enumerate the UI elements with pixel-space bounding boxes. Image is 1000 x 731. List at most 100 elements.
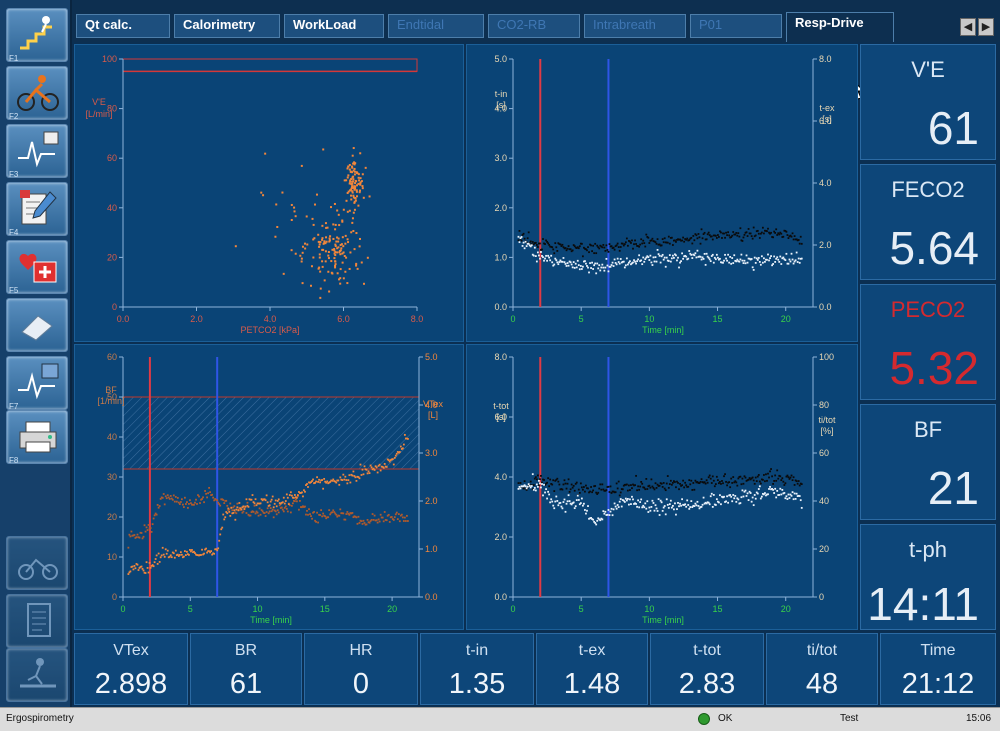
data-point xyxy=(352,194,355,197)
data-point-white xyxy=(751,266,754,269)
tab-endtidal[interactable]: Endtidal xyxy=(388,14,484,38)
data-point-white xyxy=(602,266,605,269)
tab-qt-calc[interactable]: Qt calc. xyxy=(76,14,170,38)
data-point-white xyxy=(656,510,659,512)
data-point-black xyxy=(789,476,792,479)
data-point-white xyxy=(524,240,527,243)
data-point-white xyxy=(793,492,796,495)
data-point-orange xyxy=(282,496,285,499)
tool-button-f2[interactable]: F2 xyxy=(6,66,68,121)
data-point-orange xyxy=(185,554,187,556)
data-point-black xyxy=(607,485,610,488)
tool-button-f3[interactable]: F3 xyxy=(6,124,68,179)
tool-button-f4[interactable]: F4 xyxy=(6,182,68,237)
data-point-brown xyxy=(256,511,259,514)
tab-scroll-right-button[interactable]: ▶ xyxy=(978,18,994,36)
data-point-black xyxy=(542,238,544,240)
data-point-white xyxy=(655,260,658,263)
tab-intrabreath[interactable]: Intrabreath xyxy=(584,14,686,38)
data-point-orange xyxy=(127,573,130,575)
tool-button-f1[interactable]: F1 xyxy=(6,8,68,63)
data-point xyxy=(353,208,356,211)
bottom-box-ti-tot: ti/tot 48 xyxy=(766,633,878,705)
y-tick-label: 5.0 xyxy=(425,352,438,362)
data-point-orange xyxy=(221,526,224,529)
tool-button-f8[interactable]: F8 xyxy=(6,410,68,465)
data-point-brown xyxy=(286,510,289,513)
data-point-white xyxy=(666,503,669,506)
data-point-black xyxy=(540,474,542,477)
data-point-white xyxy=(639,501,642,503)
data-point-orange xyxy=(219,533,222,536)
data-point-white xyxy=(531,473,534,476)
data-point-white xyxy=(702,496,705,499)
data-point-white xyxy=(760,255,763,258)
y-tick-label: 3.0 xyxy=(494,153,507,163)
data-point-black xyxy=(746,235,749,237)
data-point-black xyxy=(595,252,598,255)
value-box-feco2: FECO2 5.64 xyxy=(860,164,996,280)
data-point xyxy=(344,242,347,245)
data-point-black xyxy=(646,488,649,490)
plot-ttot-titot: 0 5 10 15 20 0.0 2.0 4.0 6.0 8.0 0 20 40 60 80 100 Time … xyxy=(466,344,858,630)
data-point xyxy=(340,247,343,250)
data-point-white xyxy=(561,260,564,263)
data-point-white xyxy=(766,258,768,261)
data-point-orange xyxy=(349,481,352,484)
tab-scroll-left-button[interactable]: ◀ xyxy=(960,18,976,36)
tool-button-treadmill[interactable] xyxy=(6,648,68,702)
data-point-brown xyxy=(140,532,143,534)
data-point-orange xyxy=(373,469,376,471)
data-point-white xyxy=(551,500,554,503)
data-point-orange xyxy=(146,567,149,569)
data-point-black xyxy=(757,232,760,235)
data-point-white xyxy=(580,268,583,270)
data-point xyxy=(353,188,356,191)
tab-resp-drive[interactable]: Resp-Drive xyxy=(786,12,894,42)
tab-p01[interactable]: P01 xyxy=(690,14,782,38)
data-point-white xyxy=(691,257,694,259)
data-point-white xyxy=(785,252,788,255)
data-point-black xyxy=(523,480,526,483)
data-point-orange xyxy=(337,479,340,482)
data-point-black xyxy=(663,487,666,490)
data-point-black xyxy=(732,231,735,233)
tab-co2-rb[interactable]: CO2-RB xyxy=(488,14,580,38)
data-point-black xyxy=(534,476,537,479)
y-tick-label: 0.0 xyxy=(425,592,438,602)
data-point-black xyxy=(725,231,727,234)
data-point-white xyxy=(625,499,628,502)
tab-workload[interactable]: WorkLoad xyxy=(284,14,384,38)
data-point-black xyxy=(669,479,672,482)
data-point-white xyxy=(636,505,638,508)
tool-button-f5[interactable]: F5 xyxy=(6,240,68,295)
data-point xyxy=(336,251,339,254)
function-key-label: F8 xyxy=(9,456,19,465)
data-point-white xyxy=(598,264,601,267)
data-point-black xyxy=(752,479,755,482)
data-point-white xyxy=(535,260,538,263)
tool-button-f6[interactable] xyxy=(6,298,68,352)
data-point-white xyxy=(689,506,692,508)
data-point-white xyxy=(759,263,762,266)
data-point-white xyxy=(534,489,537,492)
data-point-white xyxy=(564,510,567,513)
tool-button-protocol[interactable] xyxy=(6,594,68,648)
data-point-white xyxy=(543,483,545,486)
data-point-white xyxy=(532,488,535,491)
data-point-black xyxy=(751,237,754,240)
data-point-orange xyxy=(210,550,213,553)
tool-button-f7[interactable]: F7 xyxy=(6,356,68,411)
data-point-orange xyxy=(154,558,157,560)
data-point-brown xyxy=(309,513,311,516)
data-point-white xyxy=(688,250,691,252)
data-point-white xyxy=(573,507,576,510)
data-point-black xyxy=(701,237,704,240)
tab-calorimetry[interactable]: Calorimetry xyxy=(174,14,280,38)
tool-button-bike-test[interactable] xyxy=(6,536,68,590)
data-point-brown xyxy=(377,518,380,521)
data-point-white xyxy=(780,493,783,496)
data-point-black xyxy=(778,233,781,236)
data-point xyxy=(334,228,337,231)
data-point-white xyxy=(696,249,699,252)
